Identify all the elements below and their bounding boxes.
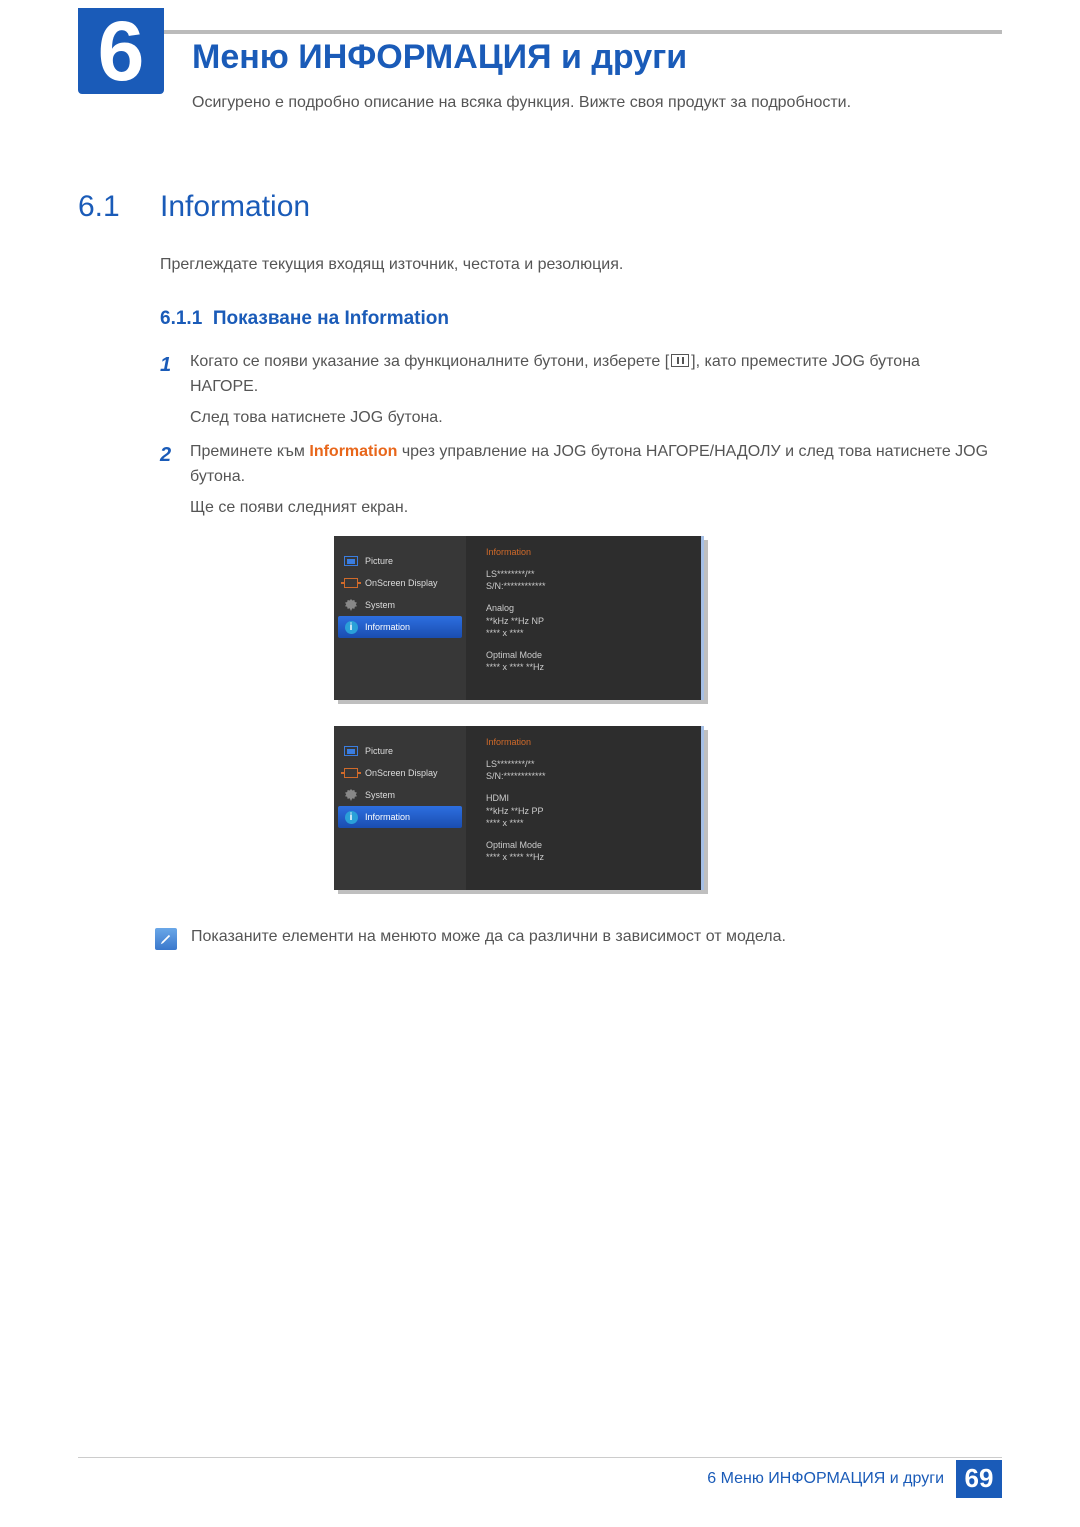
step-text: Когато се появи указание за функционални…	[190, 353, 669, 370]
osd-menu-information: i Information	[338, 806, 462, 828]
osd-menu-label: Picture	[365, 556, 393, 566]
section-number: 6.1	[78, 190, 120, 224]
osd-line: S/N:************	[486, 580, 687, 592]
note-text: Показаните елементи на менюто може да са…	[191, 928, 992, 946]
footer-text: 6 Меню ИНФОРМАЦИЯ и други	[707, 1470, 944, 1488]
osd-menu: Picture OnScreen Display System i Informa…	[334, 726, 466, 890]
subsection-number: 6.1.1	[160, 308, 202, 329]
osd-menu-system: System	[334, 784, 466, 806]
osd-menu-label: System	[365, 790, 395, 800]
osd-menu-label: Information	[365, 622, 410, 632]
info-icon: i	[344, 811, 358, 823]
osd-panel: Information LS********/** S/N:**********…	[466, 726, 701, 890]
osd-panel-title: Information	[486, 546, 687, 558]
step-text: След това натиснете JOG бутона.	[190, 409, 443, 426]
footer: 6 Меню ИНФОРМАЦИЯ и други 69	[78, 1457, 1002, 1499]
osd-menu-label: OnScreen Display	[365, 578, 438, 588]
osd-line: Optimal Mode	[486, 649, 687, 661]
osd-line: **** x **** **Hz	[486, 661, 687, 673]
osd-line: **** x **** **Hz	[486, 851, 687, 863]
note-icon	[155, 928, 177, 950]
osd-menu: Picture OnScreen Display System i Informa…	[334, 536, 466, 700]
step-keyword: Information	[309, 443, 397, 460]
note-row: Показаните елементи на менюто може да са…	[155, 928, 992, 950]
osd-menu-picture: Picture	[334, 740, 466, 762]
header-divider	[78, 30, 1002, 34]
osd-line: Optimal Mode	[486, 839, 687, 851]
osd-panel-title: Information	[486, 736, 687, 748]
subsection-heading: 6.1.1 Показване на Information	[160, 308, 449, 330]
osd-menu-onscreen: OnScreen Display	[334, 762, 466, 784]
chapter-title: Меню ИНФОРМАЦИЯ и други	[192, 38, 687, 77]
osd-line: Analog	[486, 602, 687, 614]
osd-icon	[344, 767, 358, 779]
osd-line: LS********/**	[486, 568, 687, 580]
step-number: 1	[160, 350, 190, 430]
osd-panel: Information LS********/** S/N:**********…	[466, 536, 701, 700]
step-2: 2 Преминете към Information чрез управле…	[160, 440, 992, 520]
osd-screenshot-1: Picture OnScreen Display System i Informa…	[334, 536, 704, 700]
osd-menu-picture: Picture	[334, 550, 466, 572]
step-1: 1 Когато се появи указание за функционал…	[160, 350, 992, 430]
picture-icon	[344, 555, 358, 567]
osd-menu-label: Information	[365, 812, 410, 822]
osd-line: **kHz **Hz PP	[486, 805, 687, 817]
menu-icon	[671, 354, 689, 367]
section-description: Преглеждате текущия входящ източник, чес…	[160, 256, 623, 274]
step-number: 2	[160, 440, 190, 520]
step-body: Преминете към Information чрез управлени…	[190, 440, 992, 520]
footer-page-number: 69	[956, 1460, 1002, 1498]
osd-line: HDMI	[486, 792, 687, 804]
osd-line: S/N:************	[486, 770, 687, 782]
osd-line: LS********/**	[486, 758, 687, 770]
step-body: Когато се появи указание за функционални…	[190, 350, 992, 430]
osd-line: **** x ****	[486, 627, 687, 639]
steps-list: 1 Когато се появи указание за функционал…	[160, 350, 992, 531]
osd-menu-information: i Information	[338, 616, 462, 638]
step-text: Преминете към	[190, 443, 309, 460]
subsection-title: Показване на Information	[213, 308, 449, 329]
osd-menu-label: Picture	[365, 746, 393, 756]
osd-menu-onscreen: OnScreen Display	[334, 572, 466, 594]
section-title: Information	[160, 190, 310, 224]
osd-screenshot-2: Picture OnScreen Display System i Informa…	[334, 726, 704, 890]
chapter-number: 6	[78, 8, 164, 94]
osd-menu-label: OnScreen Display	[365, 768, 438, 778]
gear-icon	[344, 789, 358, 801]
osd-menu-label: System	[365, 600, 395, 610]
osd-icon	[344, 577, 358, 589]
info-icon: i	[344, 621, 358, 633]
step-text: Ще се появи следният екран.	[190, 499, 408, 516]
gear-icon	[344, 599, 358, 611]
osd-line: **** x ****	[486, 817, 687, 829]
osd-menu-system: System	[334, 594, 466, 616]
chapter-description: Осигурено е подробно описание на всяка ф…	[192, 94, 851, 112]
osd-line: **kHz **Hz NP	[486, 615, 687, 627]
picture-icon	[344, 745, 358, 757]
